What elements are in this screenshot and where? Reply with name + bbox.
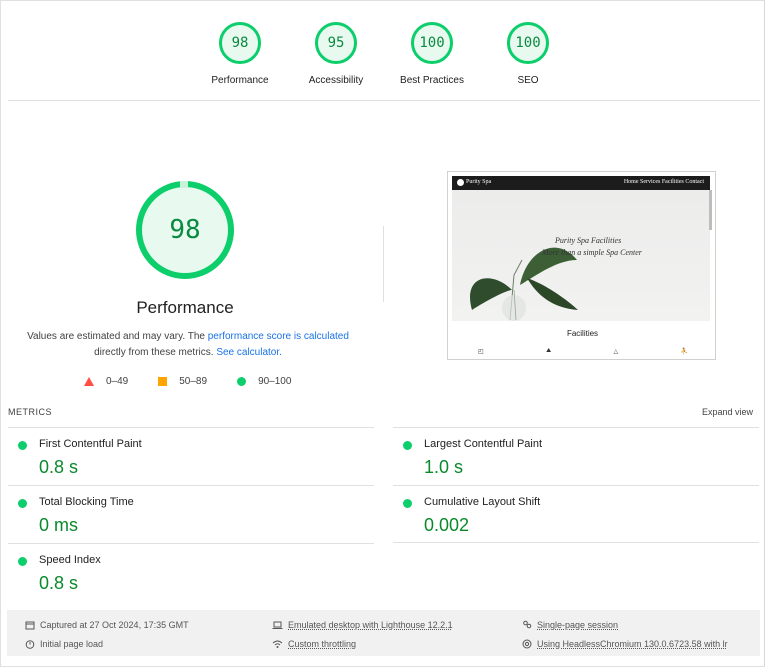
gauge-best-practices[interactable]: 100 Best Practices xyxy=(384,22,480,86)
gauge-label: Performance xyxy=(211,75,269,86)
run-info-footer: Captured at 27 Oct 2024, 17:35 GMT Initi… xyxy=(7,610,760,656)
facility-icon: ⛹ xyxy=(680,349,688,355)
facility-icon: ⛰ xyxy=(546,348,552,354)
gauge-score: 98 xyxy=(219,22,261,64)
logo-icon xyxy=(457,179,464,186)
thumbnail-navbar: Purity Spa Home Services Facilities Cont… xyxy=(452,176,710,190)
metric-first-contentful-paint: First Contentful Paint 0.8 s xyxy=(8,427,374,485)
initial-page-load: Initial page load xyxy=(24,638,103,649)
note-text: directly from these metrics. xyxy=(94,347,217,358)
metric-value: 0 ms xyxy=(39,515,79,535)
metric-value: 0.002 xyxy=(424,515,470,535)
users-icon xyxy=(521,619,532,630)
final-screenshot[interactable]: Purity Spa Home Services Facilities Cont… xyxy=(447,171,716,360)
thumbnail-brand: Purity Spa xyxy=(466,179,492,185)
divider xyxy=(8,100,760,101)
metric-name: First Contentful Paint xyxy=(39,438,142,450)
gauge-performance[interactable]: 98 Performance xyxy=(192,22,288,86)
expand-view-toggle[interactable]: Expand view xyxy=(702,407,753,417)
metrics-left-column: First Contentful Paint 0.8 s Total Block… xyxy=(8,427,374,601)
metrics-right-column: Largest Contentful Paint 1.0 s Cumulativ… xyxy=(393,427,759,543)
captured-text: Captured at 27 Oct 2024, 17:35 GMT xyxy=(40,619,189,630)
captured-at: Captured at 27 Oct 2024, 17:35 GMT xyxy=(24,619,189,630)
metric-name: Largest Contentful Paint xyxy=(424,438,543,450)
gauge-accessibility[interactable]: 95 Accessibility xyxy=(288,22,384,86)
metrics-heading: METRICS xyxy=(8,407,52,417)
vertical-divider xyxy=(383,226,384,302)
pass-circle-icon xyxy=(18,557,27,566)
metric-value: 0.8 s xyxy=(39,457,79,477)
legend-average: 50–89 xyxy=(158,376,207,387)
facility-icon: △ xyxy=(613,349,619,355)
thumbnail-hero-subtitle: More than a simple Spa Center xyxy=(542,248,642,257)
metric-speed-index: Speed Index 0.8 s xyxy=(8,543,374,601)
square-icon xyxy=(158,377,168,386)
note-text: Values are estimated and may vary. The xyxy=(27,331,208,342)
initial-load-text: Initial page load xyxy=(40,638,104,649)
wifi-icon xyxy=(272,638,283,649)
gauge-score: 100 xyxy=(411,22,453,64)
metric-cumulative-layout-shift: Cumulative Layout Shift 0.002 xyxy=(393,485,759,543)
thumbnail-hero-title: Purity Spa Facilities xyxy=(555,236,622,245)
triangle-icon xyxy=(84,377,94,386)
circle-icon xyxy=(237,377,247,386)
metric-value: 1.0 s xyxy=(424,457,464,477)
legend-pass: 90–100 xyxy=(237,376,291,387)
score-calculated-link[interactable]: performance score is calculated xyxy=(208,331,349,342)
gauge-label: Accessibility xyxy=(308,75,364,86)
pass-circle-icon xyxy=(18,441,27,450)
browser-text: Using HeadlessChromium 130.0.6723.58 wit… xyxy=(537,638,728,649)
thumbnail-nav-links: Home Services Facilities Contact xyxy=(623,179,704,185)
facility-icon: ◰ xyxy=(478,349,484,355)
metric-name: Total Blocking Time xyxy=(39,496,134,508)
gauge-label: SEO xyxy=(517,75,539,86)
emulated-text: Emulated desktop with Lighthouse 12.2.1 xyxy=(288,619,453,630)
metric-name: Cumulative Layout Shift xyxy=(424,496,541,508)
emulated-desktop[interactable]: Emulated desktop with Lighthouse 12.2.1 xyxy=(272,619,453,630)
throttling-text: Custom throttling xyxy=(288,638,357,649)
pass-circle-icon xyxy=(403,441,412,450)
thumbnail-icons: ◰ ⛰ △ ⛹ xyxy=(478,348,688,355)
session-text: Single-page session xyxy=(537,619,619,630)
thumbnail-section-title: Facilities xyxy=(566,329,599,338)
gauge-gap xyxy=(180,181,188,188)
legend-range: 90–100 xyxy=(258,376,292,387)
performance-title: Performance xyxy=(136,298,234,317)
legend-range: 50–89 xyxy=(179,376,208,387)
thumbnail-scrollbar xyxy=(709,190,712,230)
browser-info[interactable]: Using HeadlessChromium 130.0.6723.58 wit… xyxy=(521,638,728,649)
metric-total-blocking-time: Total Blocking Time 0 ms xyxy=(8,485,374,543)
gauge-score: 95 xyxy=(315,22,357,64)
metric-largest-contentful-paint: Largest Contentful Paint 1.0 s xyxy=(393,427,759,485)
performance-score-gauge: 98 xyxy=(136,181,234,279)
score-legend: 0–49 50–89 90–100 xyxy=(84,376,291,387)
score-note: Values are estimated and may vary. The p… xyxy=(18,329,358,361)
gauge-seo[interactable]: 100 SEO xyxy=(480,22,576,86)
legend-range: 0–49 xyxy=(106,376,129,387)
pass-circle-icon xyxy=(18,499,27,508)
calendar-icon xyxy=(24,619,35,630)
custom-throttling[interactable]: Custom throttling xyxy=(272,638,356,649)
metric-value: 0.8 s xyxy=(39,573,79,593)
single-page-session[interactable]: Single-page session xyxy=(521,619,618,630)
chrome-icon xyxy=(521,638,532,649)
category-gauges: 98 Performance 95 Accessibility 100 Best… xyxy=(192,22,576,86)
laptop-icon xyxy=(272,619,283,630)
thumbnail-hero: Purity Spa Facilities More than a simple… xyxy=(452,190,710,321)
pass-circle-icon xyxy=(403,499,412,508)
gauge-score: 100 xyxy=(507,22,549,64)
timer-icon xyxy=(24,638,35,649)
see-calculator-link[interactable]: See calculator. xyxy=(216,347,282,358)
gauge-label: Best Practices xyxy=(400,75,464,86)
metric-name: Speed Index xyxy=(39,554,101,566)
legend-fail: 0–49 xyxy=(84,376,128,387)
